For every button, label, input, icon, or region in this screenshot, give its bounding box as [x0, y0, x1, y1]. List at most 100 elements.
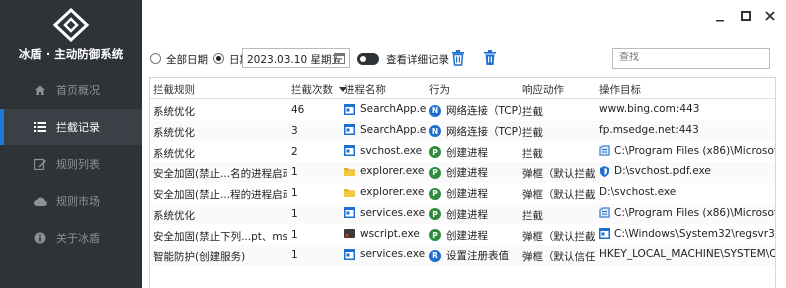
target-path: C:\Windows\System32\regsvr32.exe — [614, 227, 775, 240]
action-name: 创建进程 — [446, 146, 488, 159]
cell-action: P 创建进程 — [429, 145, 521, 160]
table-row[interactable]: 系统优化 3 SearchApp.exeN 网络连接（TCP）拦截 fp.msedge.… — [150, 120, 775, 142]
col-header-process[interactable]: 进程名称 — [344, 82, 386, 97]
col-header-action[interactable]: 行为 — [429, 82, 450, 97]
action-name: 创建进程 — [446, 188, 488, 200]
process-name: SearchApp.exe — [360, 123, 426, 136]
cell-response: 弹框（默认信任） — [522, 251, 596, 264]
action-name: 创建进程 — [446, 208, 488, 221]
action-p-icon: P — [429, 187, 441, 200]
action-n-icon: N — [429, 104, 441, 117]
process-name: svchost.exe — [360, 144, 423, 157]
target-path: D:\svchost.pdf.exe — [614, 165, 711, 178]
sidebar-item-intercept-log[interactable]: 拦截记录 — [0, 109, 142, 145]
shield-icon — [599, 165, 610, 177]
app-window-icon — [344, 124, 355, 136]
cell-process: services.exe — [344, 248, 426, 260]
delete-trash-icon[interactable] — [483, 50, 497, 66]
date-value: 2023.03.10 星期五 — [247, 54, 342, 66]
app-window-icon — [344, 103, 355, 115]
cell-rule: 系统优化 — [153, 106, 195, 118]
cell-count: 46 — [291, 104, 305, 116]
clear-trash-icon[interactable] — [451, 50, 465, 66]
action-p-icon: P — [429, 166, 441, 179]
target-path: fp.msedge.net:443 — [599, 123, 699, 136]
detail-toggle[interactable] — [357, 53, 379, 65]
table-row[interactable]: 安全加固(禁止下列...pt、mshta) 1 wscript.exe P 创建进程 弹框… — [150, 225, 775, 246]
table-row[interactable]: 安全加固(禁止...程的进程启动) 1 explorer.exe P 创建进程 弹框（默认… — [150, 183, 775, 204]
radio-all-dates[interactable] — [150, 53, 161, 64]
sidebar: 冰盾 · 主动防御系统 首页概况 拦截记录 规则列表 规则市场 关于冰盾 — [0, 0, 142, 288]
col-header-target[interactable]: 操作目标 — [599, 82, 641, 97]
action-p-icon: P — [429, 229, 441, 241]
folder-icon — [344, 187, 355, 198]
cell-process: services.exe — [344, 207, 426, 219]
radio-date[interactable] — [213, 53, 224, 64]
target-path: D:\svchost.exe — [599, 186, 677, 198]
target-path: C:\Program Files (x86)\Microsoft\Ed — [614, 144, 775, 157]
col-header-response[interactable]: 响应动作 — [522, 82, 564, 97]
col-header-rule[interactable]: 拦截规则 — [153, 82, 195, 97]
edge-icon — [599, 207, 610, 219]
action-n-icon: N — [429, 125, 441, 138]
maximize-icon[interactable] — [740, 10, 752, 22]
cell-rule: 系统优化 — [153, 126, 195, 139]
minimize-icon[interactable] — [714, 10, 726, 22]
target-path: www.bing.com:443 — [599, 103, 700, 115]
cell-count: 1 — [291, 249, 298, 262]
table-row[interactable]: 系统优化 1 services.exe P 创建进程 拦截 C:\Program Files… — [150, 203, 775, 225]
cell-response: 拦截 — [522, 209, 543, 222]
table-header: 拦截规则 拦截次数 进程名称 行为 响应动作 操作目标 — [150, 78, 775, 99]
intercept-table: 拦截规则 拦截次数 进程名称 行为 响应动作 操作目标 系统优化 46 Search… — [149, 77, 776, 288]
action-p-icon: P — [429, 208, 441, 221]
action-name: 网络连接（TCP） — [446, 105, 521, 117]
calendar-icon[interactable] — [334, 52, 345, 64]
app-window-icon — [344, 207, 355, 219]
table-row[interactable]: 系统优化 46 SearchApp.exeN 网络连接（TCP）拦截 www.bing.… — [150, 100, 775, 121]
cell-count: 1 — [291, 187, 298, 199]
cell-target: C:\Program Files (x86)\Microsoft\Ed — [599, 207, 775, 219]
col-header-count-label: 拦截次数 — [291, 84, 333, 96]
date-picker[interactable]: 2023.03.10 星期五 — [242, 48, 350, 68]
col-header-count[interactable]: 拦截次数 — [291, 82, 347, 97]
cell-target: fp.msedge.net:443 — [599, 123, 775, 136]
action-name: 创建进程 — [446, 167, 488, 180]
action-name: 设置注册表值 — [446, 250, 509, 263]
sidebar-item-market[interactable]: 规则市场 — [0, 183, 142, 219]
app-window-icon — [599, 228, 610, 239]
process-name: wscript.exe — [360, 227, 420, 240]
cell-process: SearchApp.exe — [344, 103, 426, 115]
sidebar-item-rules[interactable]: 规则列表 — [0, 146, 142, 182]
script-icon — [344, 228, 355, 239]
sidebar-item-label: 规则列表 — [56, 158, 100, 171]
cell-count: 2 — [291, 145, 298, 158]
cell-target: C:\Windows\System32\regsvr32.exe — [599, 227, 775, 240]
action-p-icon: P — [429, 146, 441, 158]
cell-target: HKEY_LOCAL_MACHINE\SYSTEM\Curren — [599, 248, 775, 260]
edge-icon — [599, 145, 610, 156]
radio-all-dates-label: 全部日期 — [166, 54, 208, 66]
sidebar-item-home[interactable]: 首页概况 — [0, 72, 142, 108]
close-icon[interactable] — [764, 10, 776, 22]
cell-rule: 安全加固(禁止...名的进程启动) — [153, 168, 287, 181]
table-row[interactable]: 系统优化 2 svchost.exe P 创建进程 拦截 C:\Program Files … — [150, 142, 775, 163]
table-row[interactable]: 智能防护(创建服务) 1 services.exeR 设置注册表值弹框（默认信任）HK… — [150, 245, 775, 266]
app-title: 冰盾 · 主动防御系统 — [18, 47, 124, 61]
logo-icon — [52, 8, 90, 42]
cell-response: 拦截 — [522, 126, 543, 139]
folder-icon — [344, 166, 355, 177]
sidebar-item-label: 关于冰盾 — [56, 232, 100, 245]
cell-rule: 系统优化 — [153, 209, 195, 222]
cell-response: 拦截 — [522, 147, 543, 160]
sidebar-item-label: 首页概况 — [56, 84, 100, 97]
cell-rule: 智能防护(创建服务) — [153, 251, 246, 264]
search-box[interactable] — [612, 48, 770, 69]
sidebar-item-label: 拦截记录 — [56, 121, 100, 134]
cell-response: 弹框（默认拦截） — [522, 189, 596, 201]
sidebar-item-about[interactable]: 关于冰盾 — [0, 220, 142, 256]
table-row[interactable]: 安全加固(禁止...名的进程启动) 1 explorer.exe P 创建进程 弹框（默认… — [150, 162, 775, 183]
cell-count: 1 — [291, 207, 298, 220]
process-name: services.exe — [360, 206, 426, 219]
home-icon — [33, 83, 47, 97]
search-input[interactable] — [619, 52, 759, 63]
